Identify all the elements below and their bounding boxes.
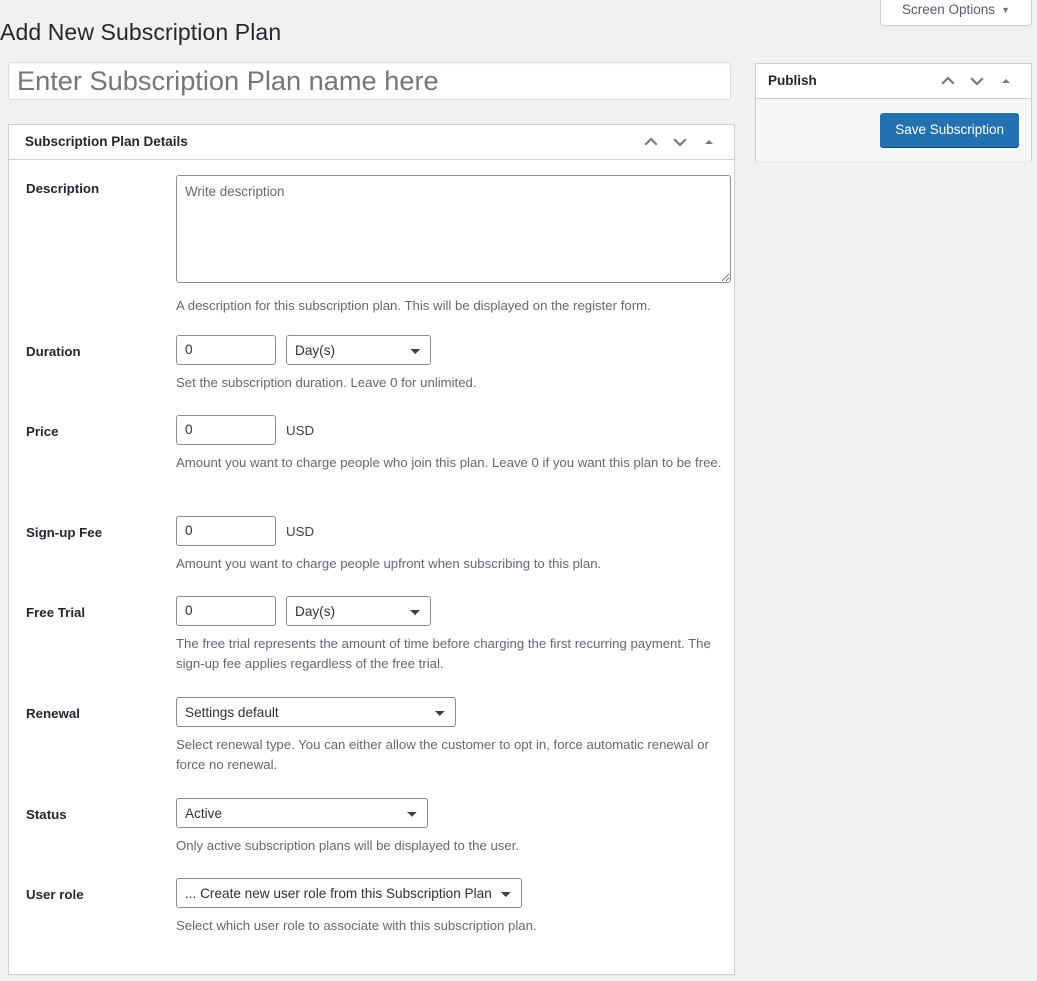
duration-label: Duration [26, 344, 81, 359]
renewal-select[interactable]: Settings default [176, 697, 456, 727]
caret-down-icon: ▼ [1001, 5, 1010, 15]
free-trial-label: Free Trial [26, 605, 86, 620]
details-panel-title: Subscription Plan Details [25, 133, 188, 149]
signup-fee-input[interactable] [176, 516, 276, 546]
details-panel-handle-actions [637, 127, 722, 157]
publish-move-up-icon[interactable] [934, 66, 961, 96]
publish-panel-header: Publish [756, 64, 1031, 99]
user-role-help-text: Select which user role to associate with… [176, 918, 537, 933]
toggle-panel-triangle-up-icon[interactable] [695, 127, 722, 157]
publish-panel-body: Save Subscription [756, 99, 1031, 161]
details-panel-header: Subscription Plan Details [9, 125, 734, 160]
price-field-wrap: USD Amount you want to charge people who… [176, 415, 721, 473]
free-trial-input[interactable] [176, 596, 276, 626]
duration-help-text: Set the subscription duration. Leave 0 f… [176, 375, 477, 390]
signup-fee-field-wrap: USD Amount you want to charge people upf… [176, 516, 601, 574]
user-role-label: User role [26, 887, 84, 902]
signup-fee-label: Sign-up Fee [26, 525, 103, 540]
description-label: Description [26, 181, 100, 196]
description-field-wrap: A description for this subscription plan… [176, 175, 731, 316]
user-role-select[interactable]: ... Create new user role from this Subsc… [176, 878, 522, 908]
signup-fee-currency-label: USD [286, 523, 315, 539]
free-trial-help-text: The free trial represents the amount of … [176, 636, 711, 672]
renewal-label: Renewal [26, 706, 80, 721]
publish-move-down-icon[interactable] [963, 66, 990, 96]
free-trial-unit-select[interactable]: Day(s) [286, 596, 431, 626]
price-label: Price [26, 424, 59, 439]
publish-panel: Publish Save Subscription [755, 63, 1032, 161]
renewal-help-text: Select renewal type. You can either allo… [176, 737, 709, 773]
status-select[interactable]: Active [176, 798, 428, 828]
screen-options-label: Screen Options [902, 2, 996, 17]
subscription-plan-details-panel: Subscription Plan Details Description Wr… [8, 124, 735, 975]
signup-fee-help-text: Amount you want to charge people upfront… [176, 556, 602, 571]
price-help-text: Amount you want to charge people who joi… [176, 455, 722, 470]
screen-options-button[interactable]: Screen Options ▼ [880, 0, 1032, 26]
status-help-text: Only active subscription plans will be d… [176, 838, 520, 853]
subscription-plan-name-input[interactable] [8, 62, 731, 100]
renewal-field-wrap: Settings default Select renewal type. Yo… [176, 697, 729, 776]
description-help-text: A description for this subscription plan… [176, 298, 651, 313]
admin-page: Screen Options ▼ Add New Subscription Pl… [0, 0, 1037, 981]
move-down-icon[interactable] [666, 127, 693, 157]
duration-unit-select[interactable]: Day(s) [286, 335, 431, 365]
publish-panel-handle-actions [934, 66, 1019, 96]
publish-panel-title: Publish [768, 72, 817, 88]
publish-toggle-panel-triangle-up-icon[interactable] [992, 66, 1019, 96]
user-role-field-wrap: ... Create new user role from this Subsc… [176, 878, 537, 936]
page-title: Add New Subscription Plan [0, 19, 282, 45]
status-label: Status [26, 807, 67, 822]
price-currency-label: USD [286, 422, 315, 438]
price-input[interactable] [176, 415, 276, 445]
duration-number-input[interactable] [176, 335, 276, 365]
free-trial-field-wrap: Day(s) The free trial represents the amo… [176, 596, 729, 675]
description-textarea[interactable] [176, 175, 731, 283]
save-subscription-button[interactable]: Save Subscription [880, 112, 1019, 148]
move-up-icon[interactable] [637, 127, 664, 157]
status-field-wrap: Active Only active subscription plans wi… [176, 798, 519, 856]
duration-field-wrap: Day(s) Set the subscription duration. Le… [176, 335, 477, 393]
